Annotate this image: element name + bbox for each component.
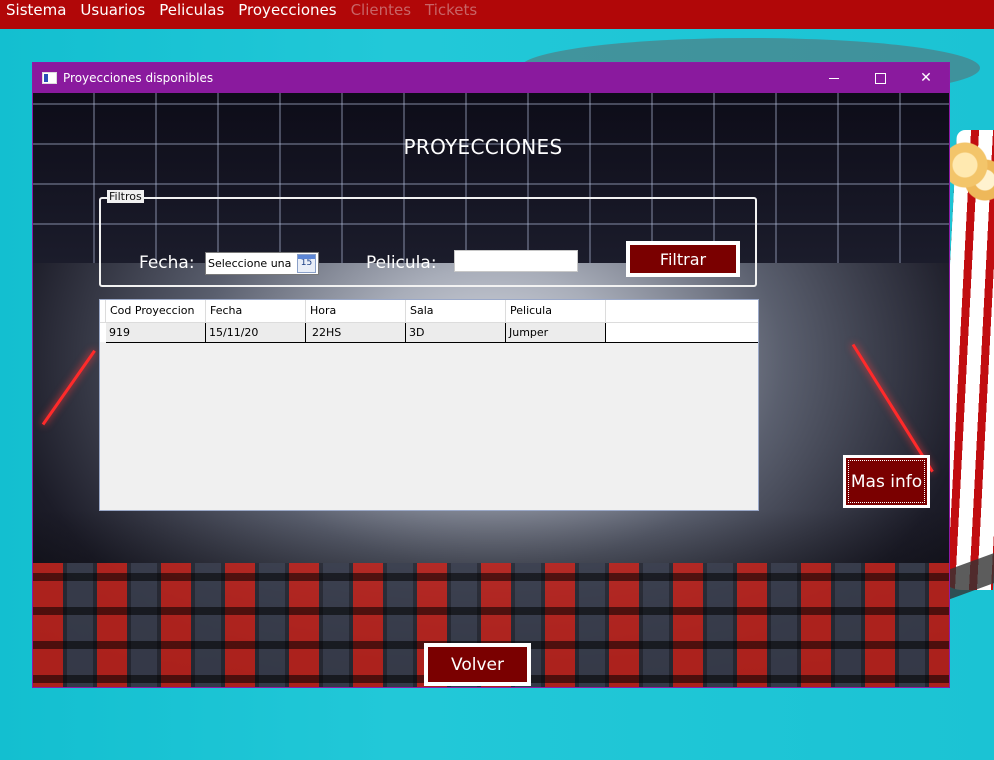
proyecciones-grid[interactable]: Cod Proyeccion Fecha Hora Sala Pelicula … [99,299,759,511]
column-header-fecha[interactable]: Fecha [206,300,306,322]
cell-cod-proyeccion[interactable]: 919 [106,323,206,342]
column-header-sala[interactable]: Sala [406,300,506,322]
fecha-label: Fecha: [139,253,195,273]
cell-hora[interactable]: 22HS [306,323,406,342]
volver-button[interactable]: Volver [424,643,531,686]
column-header-filler [606,300,758,322]
red-light-left [41,349,96,426]
filtrar-button[interactable]: Filtrar [626,241,740,277]
window-title: Proyecciones disponibles [63,71,214,85]
close-button[interactable]: ✕ [903,63,949,93]
app-icon [42,72,57,84]
column-header-pelicula[interactable]: Pelicula [506,300,606,322]
column-header-cod-proyeccion[interactable]: Cod Proyeccion [106,300,206,322]
proyecciones-window: Proyecciones disponibles ✕ PROYECCIONES … [32,62,950,688]
menu-sistema[interactable]: Sistema [0,0,73,20]
fecha-datepicker-value: Seleccione una [208,257,292,270]
filter-group-legend: Filtros [107,190,144,203]
cell-filler [606,323,758,342]
grid-header: Cod Proyeccion Fecha Hora Sala Pelicula [100,300,758,323]
minimize-icon [829,77,839,79]
cell-fecha[interactable]: 15/11/20 [206,323,306,342]
fecha-datepicker[interactable]: Seleccione una 15 [205,252,319,275]
main-menubar: Sistema Usuarios Peliculas Proyecciones … [0,0,994,29]
column-header-hora[interactable]: Hora [306,300,406,322]
close-icon: ✕ [920,70,932,86]
pelicula-label: Pelicula: [366,253,437,273]
window-titlebar[interactable]: Proyecciones disponibles ✕ [33,63,949,93]
menu-usuarios[interactable]: Usuarios [73,0,152,20]
mas-info-button[interactable]: Mas info [843,455,930,508]
menu-proyecciones[interactable]: Proyecciones [231,0,343,20]
minimize-button[interactable] [811,63,857,93]
pelicula-input[interactable] [454,250,578,272]
cell-sala[interactable]: 3D [406,323,506,342]
red-light-right [851,343,934,473]
cinema-background-image: PROYECCIONES Filtros Fecha: Seleccione u… [33,93,949,687]
calendar-icon[interactable]: 15 [297,254,316,273]
menu-peliculas[interactable]: Peliculas [152,0,231,20]
filter-groupbox: Filtros Fecha: Seleccione una 15 Pelicul… [99,190,757,287]
page-title: PROYECCIONES [403,135,563,159]
maximize-button[interactable] [857,63,903,93]
popcorn-kernels [950,135,994,210]
cell-pelicula[interactable]: Jumper [506,323,606,342]
menu-tickets: Tickets [425,1,478,19]
menu-clientes: Clientes [350,1,412,19]
table-row[interactable]: 919 15/11/20 22HS 3D Jumper [106,323,758,343]
maximize-icon [874,72,886,84]
